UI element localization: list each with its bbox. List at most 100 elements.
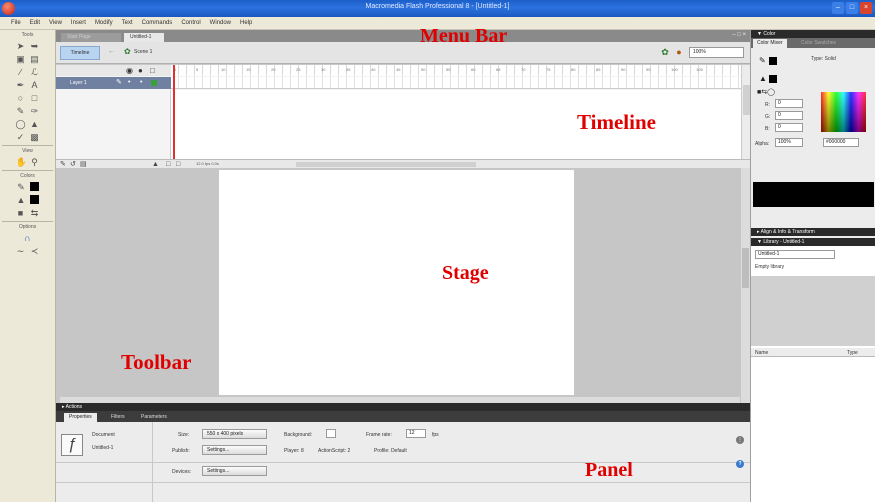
tab-color-swatches[interactable]: Color Swatches <box>797 39 840 48</box>
menu-file[interactable]: File <box>11 20 21 26</box>
hex-input[interactable]: #000000 <box>823 138 859 147</box>
menu-help[interactable]: Help <box>240 20 252 26</box>
layer-pencil-icon: ✎ <box>116 79 122 86</box>
fill-color-swatch[interactable] <box>769 75 777 83</box>
stroke-color-icon[interactable]: ✎ <box>759 56 766 65</box>
outline-icon[interactable]: □ <box>150 66 155 75</box>
b-input[interactable]: 0 <box>775 123 803 132</box>
library-col-type[interactable]: Type <box>847 350 858 356</box>
background-color-swatch[interactable] <box>326 429 336 438</box>
tab-untitled-1[interactable]: Untitled-1 <box>124 33 164 42</box>
tab-start-page[interactable]: Start Page <box>61 33 121 42</box>
options-icon[interactable]: ⋮ <box>736 436 744 444</box>
smooth-icon[interactable]: ∼ <box>16 246 26 256</box>
stroke-color-swatch[interactable] <box>769 57 777 65</box>
fill-color-icon[interactable]: ▲ <box>759 74 767 83</box>
hand-icon[interactable]: ✋ <box>16 157 27 167</box>
alpha-input[interactable]: 100% <box>775 138 803 147</box>
frame-number: 10 <box>221 67 226 72</box>
frame-number: 100 <box>671 67 678 72</box>
library-columns: Name Type <box>751 348 875 357</box>
eye-icon[interactable]: ◉ <box>126 66 133 75</box>
help-icon[interactable]: ? <box>736 460 744 468</box>
text-icon[interactable]: A <box>30 80 40 90</box>
frame-rate-input[interactable]: 12 <box>406 429 426 438</box>
frame-ruler[interactable]: 1 5 10 15 20 25 30 35 40 45 50 55 60 65 70 75 80 85 90 95 10… <box>171 65 741 76</box>
layer-row[interactable]: Layer 1 ✎ • • <box>56 77 171 89</box>
tab-parameters[interactable]: Parameters <box>136 413 172 422</box>
g-input[interactable]: 0 <box>775 111 803 120</box>
align-info-transform-header[interactable]: ▸ Align & Info & Transform <box>751 228 875 236</box>
size-button[interactable]: 550 x 400 pixels <box>202 429 267 439</box>
scene-label: Scene 1 <box>134 49 153 55</box>
fill-color-icon[interactable]: ▲ <box>16 195 26 205</box>
library-col-name[interactable]: Name <box>755 350 768 356</box>
swap-colors-icon[interactable]: ⇆ <box>30 208 40 218</box>
actions-panel-header[interactable]: ▸ Actions <box>56 403 750 411</box>
layer-dot-eye[interactable]: • <box>128 77 130 89</box>
fill-swatch[interactable] <box>30 195 39 204</box>
stroke-swatch[interactable] <box>30 182 39 191</box>
stroke-color-icon[interactable]: ✎ <box>16 182 26 192</box>
black-white-icon[interactable]: ■ <box>16 208 26 218</box>
menu-view[interactable]: View <box>49 20 62 26</box>
tab-filters[interactable]: Filters <box>106 413 130 422</box>
document-window-controls[interactable]: – □ × <box>732 32 746 38</box>
timeline-horizontal-scrollbar[interactable] <box>296 162 476 167</box>
close-button[interactable]: × <box>860 2 872 14</box>
rectangle-icon[interactable]: □ <box>30 93 40 103</box>
ink-bottle-icon[interactable]: ◯ <box>16 119 26 129</box>
zoom-select[interactable]: 100% <box>689 47 744 58</box>
layer-frames[interactable] <box>171 77 741 89</box>
menu-modify[interactable]: Modify <box>95 20 113 26</box>
menu-edit[interactable]: Edit <box>30 20 40 26</box>
menu-insert[interactable]: Insert <box>71 20 86 26</box>
eyedropper-icon[interactable]: ✓ <box>16 132 26 142</box>
library-header[interactable]: ▼ Library - Untitled-1 <box>751 238 875 246</box>
timeline-toggle-button[interactable]: Timeline <box>60 46 100 60</box>
stage-vertical-scrollbar[interactable] <box>741 168 750 403</box>
devices-settings-button[interactable]: Settings... <box>202 466 267 476</box>
caption-menu-bar: Menu Bar <box>420 25 508 47</box>
layer-outline-box[interactable] <box>151 80 157 86</box>
menu-control[interactable]: Control <box>181 20 200 26</box>
maximize-button[interactable]: □ <box>846 2 858 14</box>
background-label: Background: <box>284 432 313 438</box>
color-spectrum[interactable] <box>821 92 866 132</box>
free-transform-icon[interactable]: ▣ <box>16 54 26 64</box>
color-panel-header[interactable]: ▼ Color <box>751 30 875 38</box>
back-arrow-icon[interactable]: ← <box>108 48 115 55</box>
playhead[interactable] <box>173 65 175 159</box>
subselection-icon[interactable]: ➥ <box>30 41 40 51</box>
selection-icon[interactable]: ➤ <box>16 41 26 51</box>
oval-icon[interactable]: ○ <box>16 93 26 103</box>
edit-symbols-icon[interactable]: ● <box>674 46 684 58</box>
r-input[interactable]: 0 <box>775 99 803 108</box>
line-icon[interactable]: ∕ <box>16 67 26 77</box>
menu-window[interactable]: Window <box>210 20 231 26</box>
pen-icon[interactable]: ✒ <box>16 80 26 90</box>
layer-dot-lock[interactable]: • <box>140 77 142 89</box>
pencil-icon[interactable]: ✎ <box>16 106 26 116</box>
brush-icon[interactable]: ✑ <box>30 106 40 116</box>
timeline-vertical-scrollbar[interactable] <box>741 65 750 159</box>
minimize-button[interactable]: – <box>832 2 844 14</box>
library-document-select[interactable]: Untitled-1 <box>755 250 835 259</box>
stage[interactable] <box>219 170 574 395</box>
paint-bucket-icon[interactable]: ▲ <box>30 119 40 129</box>
fill-transform-icon[interactable]: ▤ <box>30 54 40 64</box>
zoom-icon[interactable]: ⚲ <box>30 157 40 167</box>
menu-text[interactable]: Text <box>122 20 133 26</box>
snap-magnet-icon[interactable]: ∩ <box>23 233 33 243</box>
alpha-label: Alpha: <box>755 141 770 147</box>
publish-settings-button[interactable]: Settings... <box>202 445 267 455</box>
lock-icon[interactable]: ● <box>138 66 143 75</box>
straighten-icon[interactable]: ≺ <box>30 246 40 256</box>
menu-commands[interactable]: Commands <box>142 20 173 26</box>
tab-color-mixer[interactable]: Color Mixer <box>753 39 787 48</box>
tab-properties[interactable]: Properties <box>64 413 97 422</box>
eraser-icon[interactable]: ▩ <box>30 132 40 142</box>
edit-scene-icon[interactable]: ✿ <box>660 46 670 58</box>
lasso-icon[interactable]: ℒ <box>30 67 40 77</box>
swap-icon[interactable]: ■⇆◯ <box>757 88 775 96</box>
